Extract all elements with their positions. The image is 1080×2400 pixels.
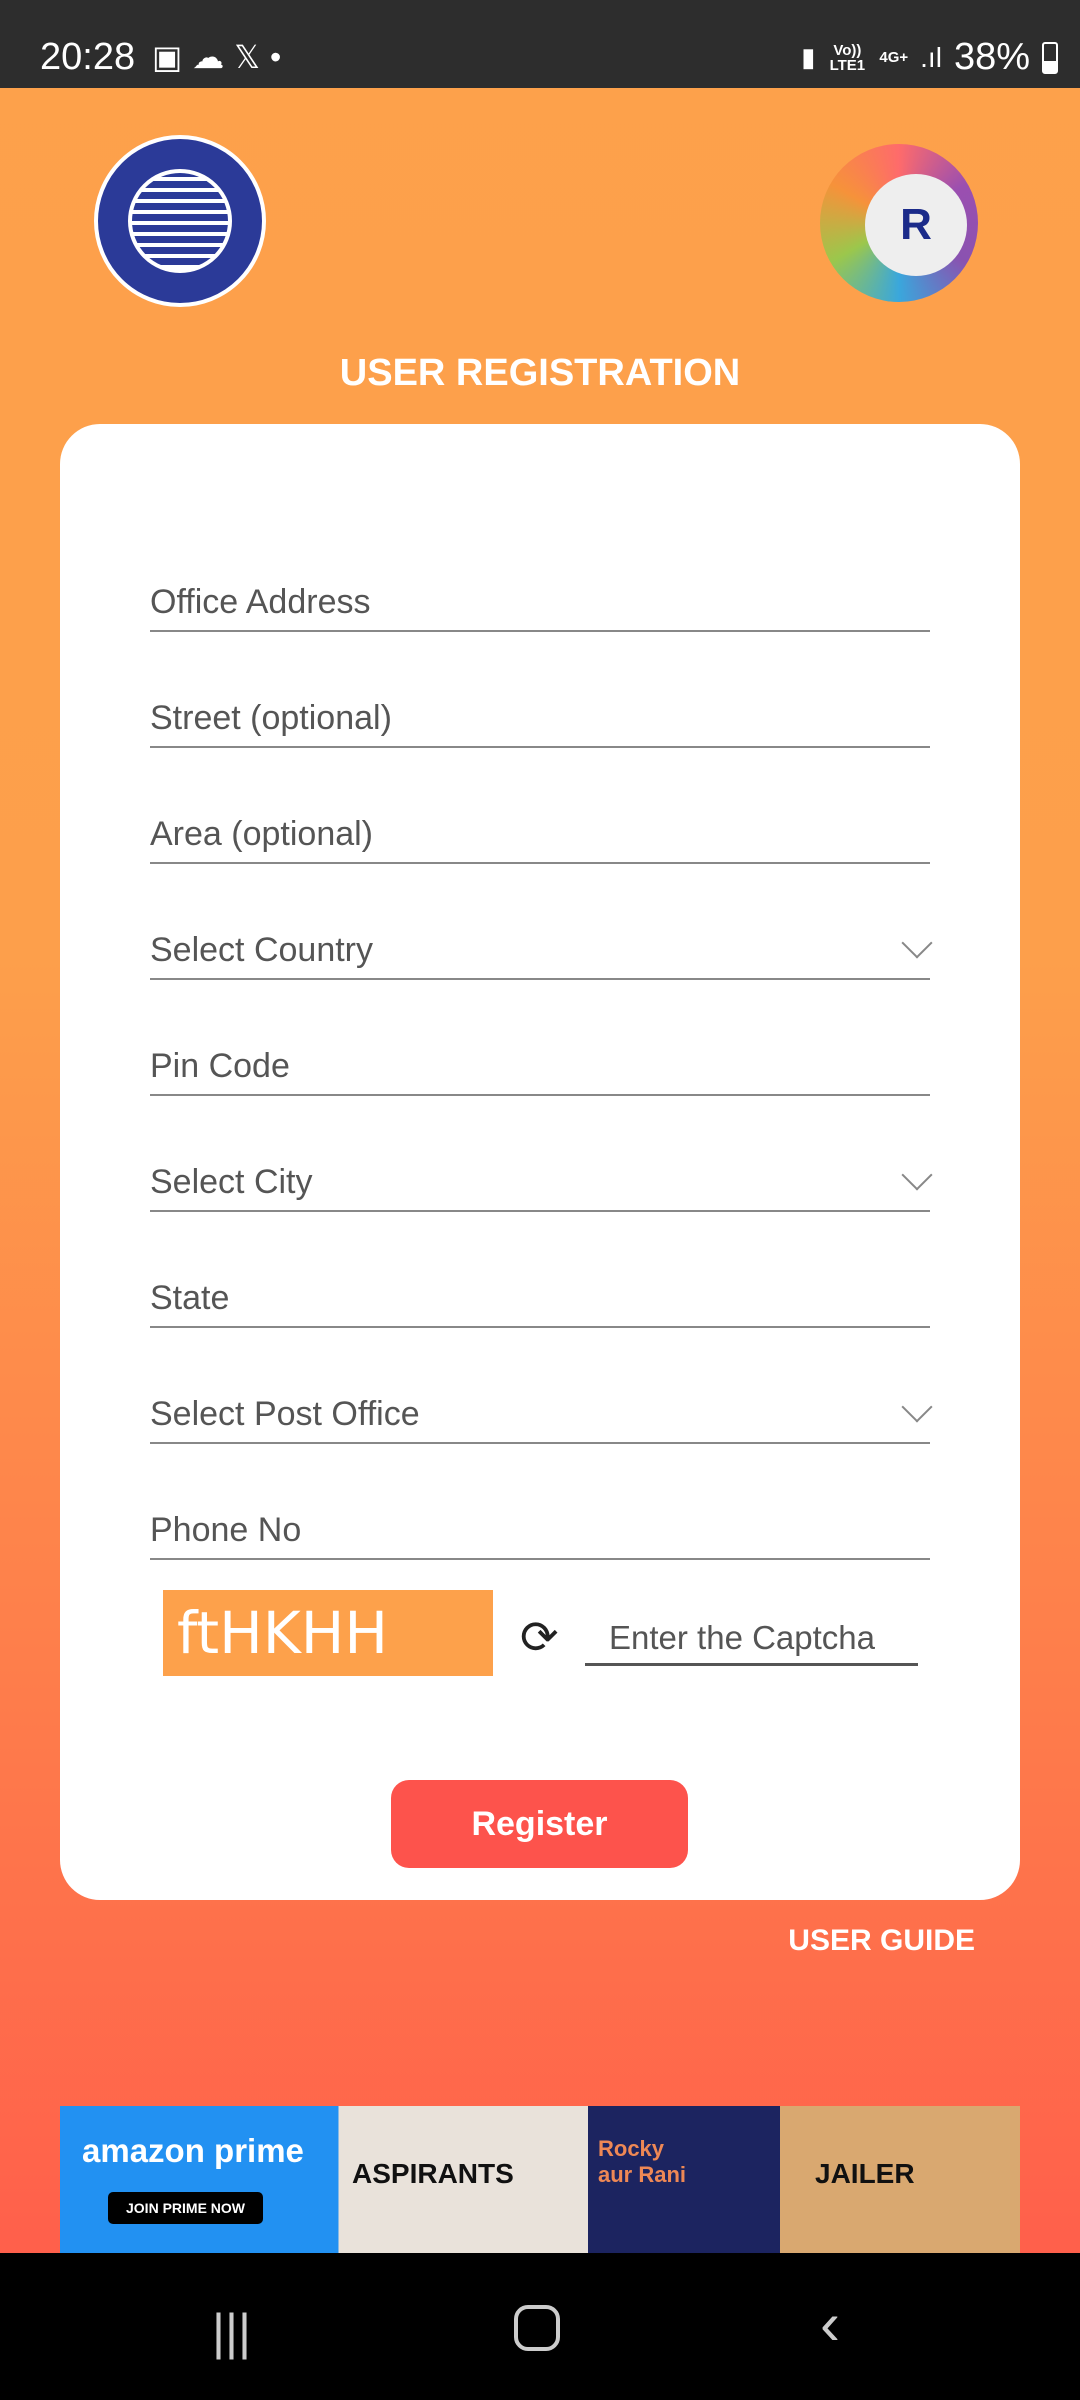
text-input[interactable]: Office Address [150,572,930,632]
field-label: Office Address [150,583,371,621]
battery-percent: 38% [953,36,1030,78]
registration-form: ftHKHH ⟳ Enter the Captcha Register Offi… [60,424,1020,1900]
status-bar: 20:28 ▣☁𝕏• ▮ Vo)) LTE1 4G+ .ıl 38% [0,0,1080,88]
field-label: Select Post Office [150,1395,420,1433]
signal-icon: .ıl [920,41,942,73]
field-label: Select Country [150,931,373,969]
select-dropdown[interactable]: Select Country [150,920,933,980]
navigation-bar: ||| ‹ [0,2253,1080,2400]
chevron-down-icon [901,927,933,959]
chevron-down-icon [901,1391,933,1423]
select-dropdown[interactable]: Select City [150,1152,933,1212]
text-input[interactable]: State [150,1268,930,1328]
text-input[interactable]: Area (optional) [150,804,930,864]
ad-title: JAILER [815,2158,915,2189]
network-type: 4G+ [879,49,909,66]
ad-banner[interactable]: amazon prime JOIN PRIME NOW ASPIRANTS Ro… [60,2106,1020,2253]
select-dropdown[interactable]: Select Post Office [150,1384,933,1444]
captcha-image: ftHKHH [163,1590,493,1676]
clock: 20:28 [40,36,136,78]
refresh-captcha-icon[interactable]: ⟳ [520,1610,559,1664]
volte-indicator: Vo)) LTE1 [829,41,866,74]
text-input[interactable]: Street (optional) [150,688,930,748]
back-button[interactable]: ‹ [820,2289,840,2358]
field-label: Street (optional) [150,699,392,737]
field-label: Select City [150,1163,313,1201]
battery-icon [1042,41,1058,74]
field-label: Phone No [150,1511,302,1549]
ad-title: ASPIRANTS [352,2158,514,2189]
chevron-down-icon [901,1159,933,1191]
battery-saver-icon: ▮ [801,42,816,72]
ad-cta-button[interactable]: JOIN PRIME NOW [108,2192,264,2224]
register-button[interactable]: Register [391,1780,688,1868]
home-button[interactable] [514,2305,560,2351]
field-label: Pin Code [150,1047,290,1085]
recents-button[interactable]: ||| [212,2303,251,2361]
indian-railways-logo [94,135,266,307]
captcha-input[interactable]: Enter the Captcha [585,1610,918,1666]
ad-brand: amazon prime [82,2132,304,2169]
notification-icons: ▣☁𝕏• [152,39,292,75]
field-label: Area (optional) [150,815,374,853]
text-input[interactable]: Pin Code [150,1036,930,1096]
irctc-logo: R [820,144,978,302]
ad-title: Rocky aur Rani [598,2136,687,2187]
page-title: USER REGISTRATION [339,352,741,394]
user-guide-link[interactable]: USER GUIDE [788,1924,975,1958]
text-input[interactable]: Phone No [150,1500,930,1560]
field-label: State [150,1279,230,1317]
